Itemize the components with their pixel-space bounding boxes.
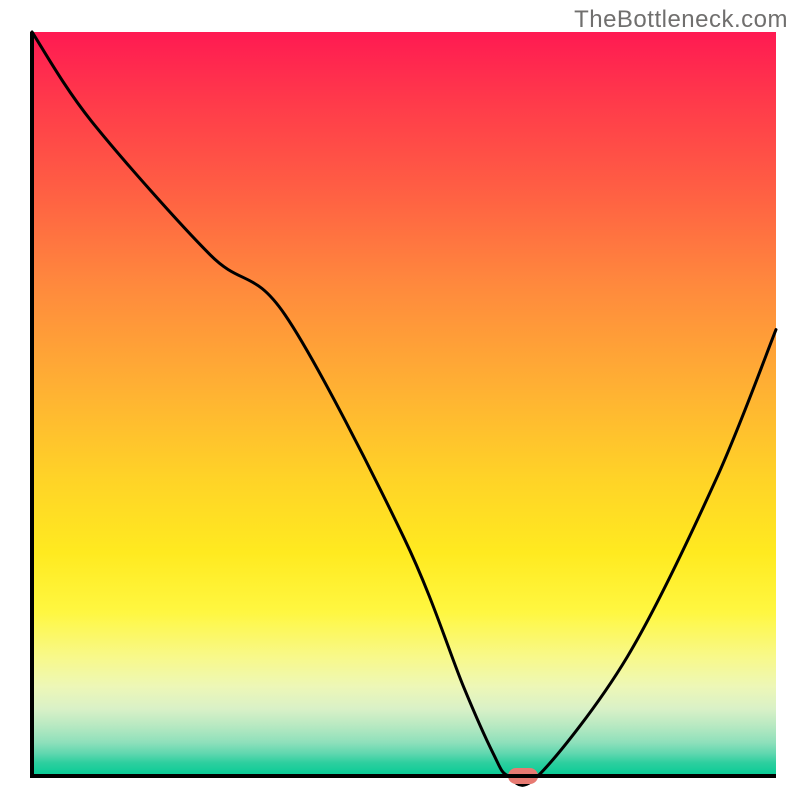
chart-container: TheBottleneck.com — [0, 0, 800, 800]
watermark-text: TheBottleneck.com — [574, 6, 788, 34]
plot-area — [32, 32, 776, 776]
optimal-marker — [508, 768, 538, 784]
curve-path — [32, 32, 776, 785]
bottleneck-curve — [32, 32, 776, 776]
